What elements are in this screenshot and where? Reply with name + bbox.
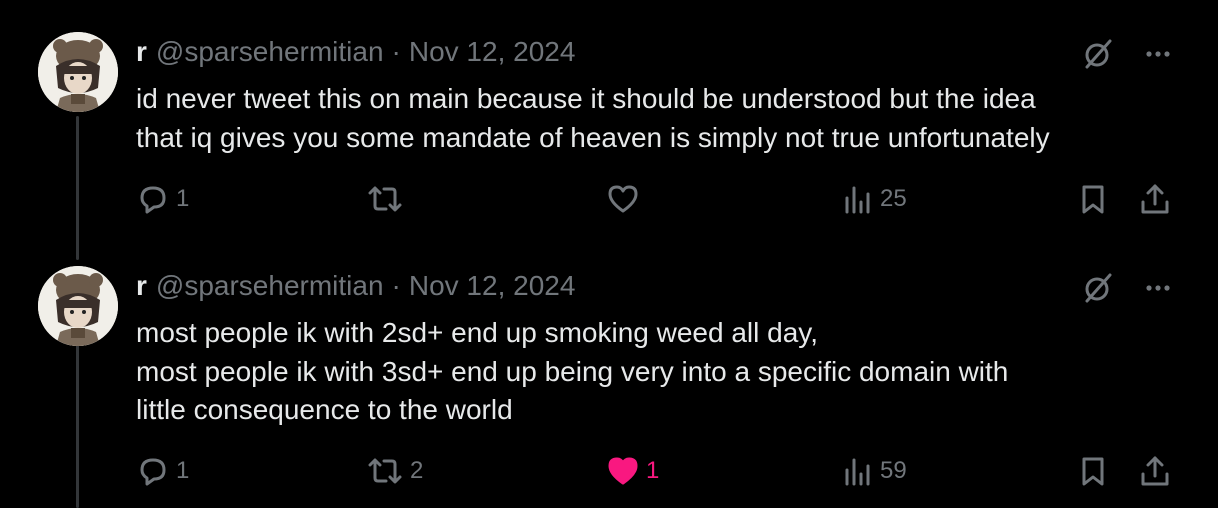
view-count: 59 bbox=[880, 457, 907, 484]
separator-dot: · bbox=[391, 36, 401, 67]
more-options-icon[interactable] bbox=[1144, 274, 1172, 307]
display-name[interactable]: r bbox=[136, 270, 147, 302]
analytics-icon bbox=[840, 182, 874, 216]
tweet-actions: 1 2 1 59 bbox=[0, 454, 1218, 494]
bookmark-icon bbox=[1076, 454, 1110, 488]
grok-icon[interactable] bbox=[1080, 36, 1116, 77]
tweet-actions: 1 25 bbox=[0, 182, 1218, 222]
tweet-text: most people ik with 2sd+ end up smoking … bbox=[136, 317, 1009, 425]
like-button[interactable]: 1 bbox=[606, 454, 659, 488]
user-handle[interactable]: @sparsehermitian bbox=[156, 36, 384, 68]
grok-icon[interactable] bbox=[1080, 270, 1116, 311]
like-button[interactable] bbox=[606, 182, 646, 216]
reply-button[interactable]: 1 bbox=[136, 182, 189, 216]
reply-count: 1 bbox=[176, 457, 190, 484]
share-button[interactable] bbox=[1138, 182, 1172, 216]
heart-icon bbox=[606, 182, 640, 216]
bookmark-icon bbox=[1076, 182, 1110, 216]
reply-count: 1 bbox=[176, 185, 190, 212]
user-handle[interactable]: @sparsehermitian bbox=[156, 270, 384, 302]
bookmark-button[interactable] bbox=[1076, 454, 1110, 488]
retweet-count: 2 bbox=[410, 457, 424, 484]
reply-button[interactable]: 1 bbox=[136, 454, 189, 488]
retweet-button[interactable] bbox=[366, 182, 410, 216]
tweet-date[interactable]: Nov 12, 2024 bbox=[409, 36, 576, 68]
tweet-header: r @sparsehermitian · Nov 12, 2024 bbox=[136, 34, 575, 70]
share-button[interactable] bbox=[1138, 454, 1172, 488]
tweet-header: r @sparsehermitian · Nov 12, 2024 bbox=[136, 268, 575, 304]
tweet-text: id never tweet this on main because it s… bbox=[136, 83, 1050, 153]
heart-icon bbox=[606, 454, 640, 488]
reply-icon bbox=[136, 182, 170, 216]
analytics-icon bbox=[840, 454, 874, 488]
bookmark-button[interactable] bbox=[1076, 182, 1110, 216]
like-count: 1 bbox=[646, 457, 660, 484]
retweet-icon bbox=[366, 182, 404, 216]
retweet-button[interactable]: 2 bbox=[366, 454, 423, 488]
avatar[interactable] bbox=[38, 32, 118, 112]
views-button[interactable]: 25 bbox=[840, 182, 907, 216]
separator-dot: · bbox=[391, 270, 401, 301]
tweet-date[interactable]: Nov 12, 2024 bbox=[409, 270, 576, 302]
more-options-icon[interactable] bbox=[1144, 40, 1172, 73]
share-icon bbox=[1138, 182, 1172, 216]
retweet-icon bbox=[366, 454, 404, 488]
view-count: 25 bbox=[880, 185, 907, 212]
avatar[interactable] bbox=[38, 266, 118, 346]
reply-icon bbox=[136, 454, 170, 488]
display-name[interactable]: r bbox=[136, 36, 147, 68]
share-icon bbox=[1138, 454, 1172, 488]
views-button[interactable]: 59 bbox=[840, 454, 907, 488]
